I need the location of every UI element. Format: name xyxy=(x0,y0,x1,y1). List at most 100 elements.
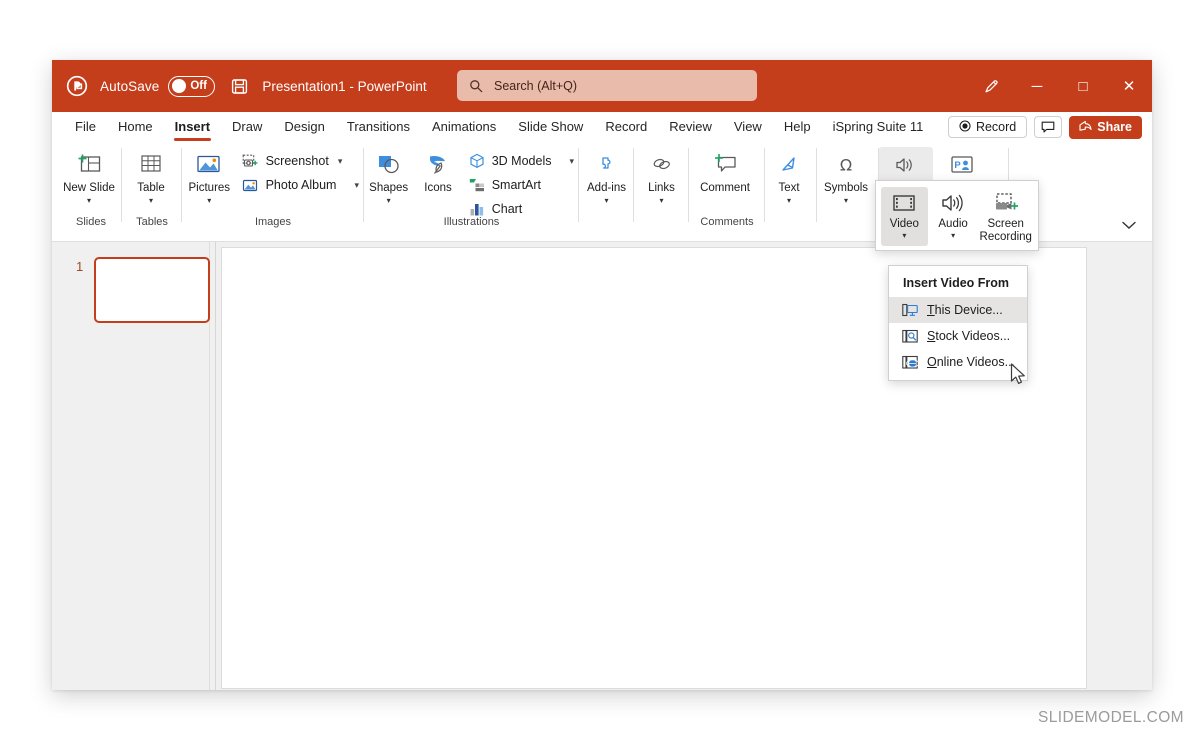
tab-record[interactable]: Record xyxy=(594,115,658,139)
ribbon-group-label-symbols xyxy=(817,214,879,216)
media-menu-video-label: Video xyxy=(889,218,919,230)
photo-album-button[interactable]: Photo Album ▾ xyxy=(237,174,364,196)
illustrations-small-buttons: 3D Models ▾ SmartArt Chart xyxy=(463,147,579,220)
tab-file[interactable]: File xyxy=(64,115,107,139)
search-input[interactable]: Search (Alt+Q) xyxy=(457,70,757,101)
save-disk-icon[interactable] xyxy=(231,78,248,95)
chevron-down-icon: ▾ xyxy=(207,196,212,205)
menu-item-online-videos[interactable]: Online Videos... xyxy=(889,349,1027,375)
symbols-button[interactable]: Ω Symbols ▾ xyxy=(817,147,875,207)
chevron-down-icon: ▾ xyxy=(569,155,574,166)
media-speaker-icon xyxy=(894,151,918,179)
ribbon-group-label-illustrations: Illustrations xyxy=(443,216,500,228)
images-small-buttons: Screenshot ▾ Photo Album ▾ xyxy=(237,147,364,196)
right-strip xyxy=(1090,242,1152,690)
device-monitor-icon xyxy=(901,302,918,319)
tab-animations[interactable]: Animations xyxy=(421,115,507,139)
ribbon-group-links: Links ▾ xyxy=(634,142,689,242)
add-ins-button[interactable]: Add-ins ▾ xyxy=(579,147,634,207)
chevron-down-icon: ▾ xyxy=(86,196,91,205)
slide-thumbnail-1[interactable]: 1 xyxy=(76,257,210,323)
tab-design[interactable]: Design xyxy=(273,115,335,139)
tab-slide-show[interactable]: Slide Show xyxy=(507,115,594,139)
screenshot-root: AutoSave Off Presentation1 - PowerPoint xyxy=(0,0,1200,743)
close-button[interactable]: ✕ xyxy=(1106,60,1152,112)
ribbon-group-tables: Table ▾ Tables xyxy=(122,142,182,242)
insert-video-submenu: Insert Video From This Device... Stock V… xyxy=(888,265,1028,381)
smartart-button[interactable]: SmartArt xyxy=(463,174,579,196)
smartart-icon xyxy=(468,176,486,194)
links-button[interactable]: Links ▾ xyxy=(634,147,689,207)
chevron-down-icon: ▾ xyxy=(604,196,609,205)
shapes-icon xyxy=(375,151,403,179)
comment-bubble-icon[interactable] xyxy=(1034,116,1063,138)
ribbon-group-label-images: Images xyxy=(254,216,292,228)
maximize-button[interactable]: □ xyxy=(1060,60,1106,112)
symbols-label: Symbols xyxy=(823,182,869,194)
shapes-button[interactable]: Shapes ▾ xyxy=(364,147,413,207)
ribbon-group-label-links xyxy=(634,214,689,216)
share-button[interactable]: Share xyxy=(1069,115,1142,139)
ribbon-group-text: Text ▾ xyxy=(765,142,817,242)
table-grid-icon xyxy=(138,151,164,179)
tab-draw[interactable]: Draw xyxy=(221,115,273,139)
chevron-down-icon: ▾ xyxy=(337,155,343,166)
pictures-button[interactable]: Pictures ▾ xyxy=(182,147,237,207)
share-button-label: Share xyxy=(1097,120,1132,134)
menu-item-this-device[interactable]: This Device... xyxy=(889,297,1027,323)
comment-button[interactable]: Comment xyxy=(689,147,761,197)
ribbon-group-label-comments: Comments xyxy=(700,216,754,228)
icons-leaf-bird-icon xyxy=(424,151,452,179)
add-ins-puzzle-icon xyxy=(595,151,619,179)
tab-ispring-suite[interactable]: iSpring Suite 11 xyxy=(822,115,935,139)
omega-symbol-icon: Ω xyxy=(835,151,857,179)
icons-label: Icons xyxy=(424,182,452,194)
pen-annotate-icon[interactable] xyxy=(968,60,1014,112)
screenshot-button[interactable]: Screenshot ▾ xyxy=(237,150,364,172)
autosave-toggle[interactable]: Off xyxy=(168,75,216,97)
links-chain-icon xyxy=(650,151,674,179)
table-button[interactable]: Table ▾ xyxy=(122,147,180,207)
mouse-cursor xyxy=(1010,363,1028,392)
media-menu-item-audio[interactable]: Audio ▾ xyxy=(930,187,977,246)
minimize-button[interactable]: ─ xyxy=(1014,60,1060,112)
ribbon-tab-bar: File Home Insert Draw Design Transitions… xyxy=(52,112,1152,142)
3d-models-label: 3D Models xyxy=(491,154,552,168)
ribbon-group-comments: Comment Comments xyxy=(689,142,765,242)
tab-view[interactable]: View xyxy=(723,115,773,139)
ribbon-group-slides: New Slide ▾ Slides xyxy=(60,142,122,242)
tab-help[interactable]: Help xyxy=(773,115,822,139)
tab-transitions[interactable]: Transitions xyxy=(336,115,421,139)
new-slide-icon xyxy=(75,151,103,179)
menu-item-stock-videos[interactable]: Stock Videos... xyxy=(889,323,1027,349)
media-menu-item-video[interactable]: Video ▾ xyxy=(881,187,928,246)
search-placeholder: Search (Alt+Q) xyxy=(494,78,578,93)
slide-thumbnail-preview[interactable] xyxy=(94,257,210,323)
ribbon-collapse-chevron-down-icon[interactable] xyxy=(1116,219,1142,235)
media-menu-screen-recording-label: Screen Recording xyxy=(979,218,1032,243)
tab-home[interactable]: Home xyxy=(107,115,164,139)
cameo-person-screen-icon: P xyxy=(949,151,975,179)
icons-button[interactable]: Icons xyxy=(413,147,462,197)
audio-speaker-icon xyxy=(940,190,966,216)
slide-thumbnail-pane[interactable]: 1 xyxy=(52,242,210,690)
chevron-down-icon: ▾ xyxy=(354,179,359,190)
autosave-state-label: Off xyxy=(190,80,207,92)
tab-review[interactable]: Review xyxy=(658,115,723,139)
media-menu-item-screen-recording[interactable]: Screen Recording xyxy=(978,187,1033,246)
tab-insert[interactable]: Insert xyxy=(164,115,221,141)
new-slide-button[interactable]: New Slide ▾ xyxy=(60,147,118,207)
text-pen-icon xyxy=(778,151,800,179)
record-button-label: Record xyxy=(975,120,1017,134)
text-button[interactable]: Text ▾ xyxy=(765,147,813,207)
chevron-down-icon: ▾ xyxy=(902,231,907,240)
chevron-down-icon: ▾ xyxy=(843,196,848,205)
accel-key: O xyxy=(927,355,937,369)
autosave-label: AutoSave xyxy=(100,78,160,94)
3d-models-button[interactable]: 3D Models ▾ xyxy=(463,150,579,172)
media-menu-top-row: Video ▾ Audio ▾ Screen Recording xyxy=(876,181,1038,250)
slide-number-label: 1 xyxy=(76,259,84,274)
record-button[interactable]: Record xyxy=(947,116,1028,138)
pictures-label: Pictures xyxy=(188,182,231,194)
tabbar-actions: Record Share xyxy=(947,112,1142,142)
